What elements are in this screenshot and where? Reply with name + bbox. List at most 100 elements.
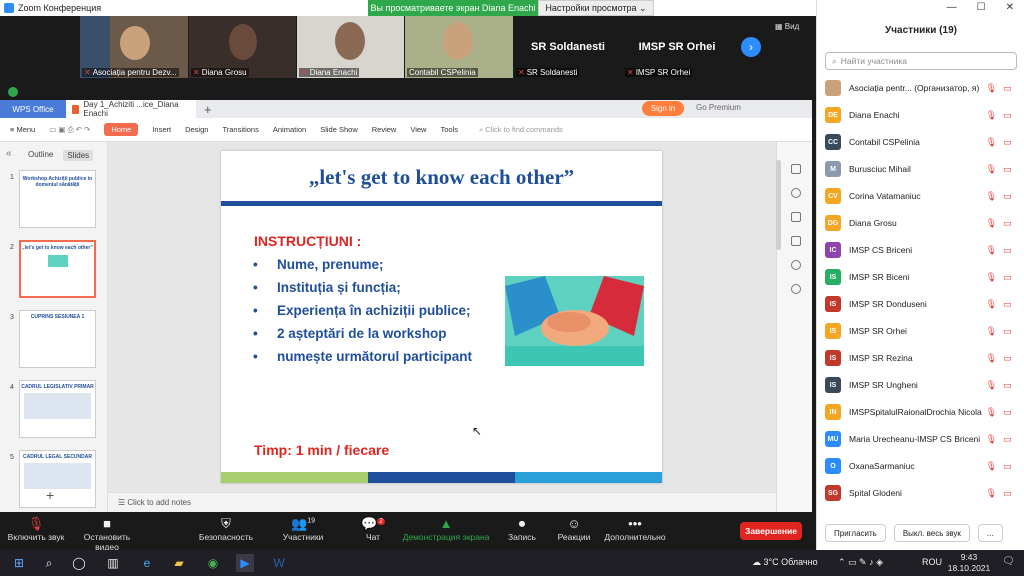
quick-access-icons[interactable]: ▭ ▣ ⎙ ↶ ↷ [49, 125, 90, 135]
invite-button[interactable]: Пригласить [825, 524, 886, 542]
notification-icon[interactable]: 🗨 [1002, 556, 1015, 567]
participant-row[interactable]: DG Diana Grosu 🎙 ▭ [825, 213, 1015, 233]
participant-row[interactable]: IS IMSP SR Ungheni 🎙 ▭ [825, 375, 1015, 395]
share-screen-button[interactable]: ▲ Демонстрация экрана [400, 516, 492, 542]
tab-insert[interactable]: Insert [152, 125, 171, 134]
more-options-button[interactable]: ••• Дополнительно [600, 516, 670, 542]
video-tile[interactable]: ✕ Diana Enachi [297, 16, 404, 78]
camera-off-icon[interactable]: ▭ [1003, 191, 1015, 202]
camera-off-icon[interactable]: ▭ [1003, 110, 1015, 121]
muted-mic-icon[interactable]: 🎙 [986, 164, 997, 175]
camera-off-icon[interactable]: ▭ [1003, 353, 1015, 364]
chrome-icon[interactable]: ◉ [204, 554, 222, 572]
more-button[interactable]: ... [977, 524, 1003, 542]
command-search-input[interactable]: ⌕ Click to find commands [479, 125, 563, 135]
video-tile[interactable]: ✕ Asociația pentru Dezv... [80, 16, 188, 78]
tab-review[interactable]: Review [372, 125, 397, 134]
chat-button[interactable]: 💬 2 Чат [358, 516, 388, 542]
camera-off-icon[interactable]: ▭ [1003, 407, 1015, 418]
add-slide-plus-icon[interactable]: + [46, 487, 54, 503]
slide-thumbnail[interactable]: CADRUL LEGISLATIV PRIMAR [19, 380, 96, 438]
tab-slide-show[interactable]: Slide Show [320, 125, 358, 134]
wps-office-tab[interactable]: WPS Office [0, 100, 66, 118]
tab-tools[interactable]: Tools [440, 125, 458, 134]
tab-slides[interactable]: Slides [63, 150, 94, 161]
zoom-app-icon[interactable]: ▶ [236, 554, 254, 572]
animation-icon[interactable] [791, 188, 801, 198]
video-tile[interactable]: ✕ Diana Grosu [189, 16, 296, 78]
video-tile[interactable]: Contabil CSPelinia [405, 16, 513, 78]
history-icon[interactable] [791, 260, 801, 270]
close-icon[interactable]: ✕ [1006, 2, 1014, 13]
tab-outline[interactable]: Outline [28, 150, 53, 161]
participant-row[interactable]: IS IMSP SR Orhei 🎙 ▭ [825, 321, 1015, 341]
unmute-button[interactable]: 🎙 Включить звук [6, 516, 66, 542]
go-premium-link[interactable]: Go Premium [696, 103, 741, 112]
edge-icon[interactable]: e [138, 554, 156, 572]
camera-off-icon[interactable]: ▭ [1003, 218, 1015, 229]
end-meeting-button[interactable]: Завершение [740, 522, 802, 540]
weather-widget[interactable]: ☁ 3°C Облачно [752, 557, 818, 568]
task-view-icon[interactable]: ◯ [70, 554, 88, 572]
menu-button[interactable]: ≡ Menu [10, 125, 35, 134]
record-button[interactable]: ⏺ Запись [504, 516, 540, 542]
tab-design[interactable]: Design [185, 125, 208, 134]
sign-in-button[interactable]: Sign in [642, 101, 684, 116]
mute-all-button[interactable]: Выкл. весь звук [893, 524, 970, 542]
muted-mic-icon[interactable]: 🎙 [986, 326, 997, 337]
clock[interactable]: 9:43 18.10.2021 [946, 552, 992, 574]
muted-mic-icon[interactable]: 🎙 [986, 353, 997, 364]
participant-row[interactable]: IS IMSP SR Biceni 🎙 ▭ [825, 267, 1015, 287]
help-icon[interactable] [791, 284, 801, 294]
participant-row[interactable]: IN IMSPSpitalulRaionalDrochia NicolaeT...… [825, 402, 1015, 422]
current-slide[interactable]: „let's get to know each other” INSTRUCȚI… [221, 151, 662, 483]
muted-mic-icon[interactable]: 🎙 [986, 299, 997, 310]
participant-row[interactable]: MU Maria Urecheanu-IMSP CS Briceni 🎙 ▭ [825, 429, 1015, 449]
muted-mic-icon[interactable]: 🎙 [986, 380, 997, 391]
view-button[interactable]: ▦ Вид [775, 22, 799, 31]
minimize-icon[interactable]: — [947, 2, 957, 13]
camera-off-icon[interactable]: ▭ [1003, 488, 1015, 499]
layout-icon[interactable] [791, 164, 801, 174]
participants-button[interactable]: 👥19 Участники [278, 516, 328, 542]
participant-row[interactable]: IC IMSP CS Briceni 🎙 ▭ [825, 240, 1015, 260]
video-tile[interactable]: SR Soldanesti ✕ SR Soldanesti [514, 16, 622, 78]
camera-off-icon[interactable]: ▭ [1003, 137, 1015, 148]
muted-mic-icon[interactable]: 🎙 [986, 110, 997, 121]
camera-off-icon[interactable]: ▭ [1003, 326, 1015, 337]
tab-transitions[interactable]: Transitions [222, 125, 258, 134]
participant-row[interactable]: M Burusciuc Mihail 🎙 ▭ [825, 159, 1015, 179]
camera-off-icon[interactable]: ▭ [1003, 83, 1015, 94]
muted-mic-icon[interactable]: 🎙 [986, 83, 997, 94]
participant-row[interactable]: O OxanaSarmaniuc 🎙 ▭ [825, 456, 1015, 476]
file-explorer-icon[interactable]: ▰ [170, 554, 188, 572]
muted-mic-icon[interactable]: 🎙 [986, 191, 997, 202]
muted-mic-icon[interactable]: 🎙 [986, 461, 997, 472]
participant-row[interactable]: IS IMSP SR Donduseni 🎙 ▭ [825, 294, 1015, 314]
settings-icon[interactable] [791, 212, 801, 222]
tab-view[interactable]: View [410, 125, 426, 134]
camera-off-icon[interactable]: ▭ [1003, 380, 1015, 391]
muted-mic-icon[interactable]: 🎙 [986, 245, 997, 256]
slide-thumbnail[interactable]: CADRUL LEGAL SECUNDAR [19, 450, 96, 508]
participant-row[interactable]: DE Diana Enachi 🎙 ▭ [825, 105, 1015, 125]
camera-off-icon[interactable]: ▭ [1003, 272, 1015, 283]
camera-off-icon[interactable]: ▭ [1003, 245, 1015, 256]
tab-animation[interactable]: Animation [273, 125, 306, 134]
participant-search-input[interactable]: ⌕ Найти участника [825, 52, 1017, 70]
muted-mic-icon[interactable]: 🎙 [986, 137, 997, 148]
windows-start-icon[interactable]: ⊞ [10, 554, 28, 572]
maximize-icon[interactable]: ☐ [977, 2, 986, 13]
slide-thumbnail[interactable]: CUPRINS SESIUNEA 1 [19, 310, 96, 368]
participant-row[interactable]: CC Contabil CSPelinia 🎙 ▭ [825, 132, 1015, 152]
scrollbar[interactable] [776, 160, 781, 250]
video-button[interactable]: ■ Остановить видео [72, 516, 142, 552]
camera-off-icon[interactable]: ▭ [1003, 434, 1015, 445]
muted-mic-icon[interactable]: 🎙 [986, 272, 997, 283]
security-button[interactable]: ⛨ Безопасность [196, 516, 256, 542]
tab-home[interactable]: Home [104, 123, 139, 136]
slide-thumbnail-selected[interactable]: „let's get to know each other” [19, 240, 96, 298]
input-language[interactable]: ROU [922, 557, 942, 567]
notes-field[interactable]: ☰ Click to add notes [108, 492, 776, 512]
search-icon[interactable]: ⌕ [40, 554, 58, 572]
